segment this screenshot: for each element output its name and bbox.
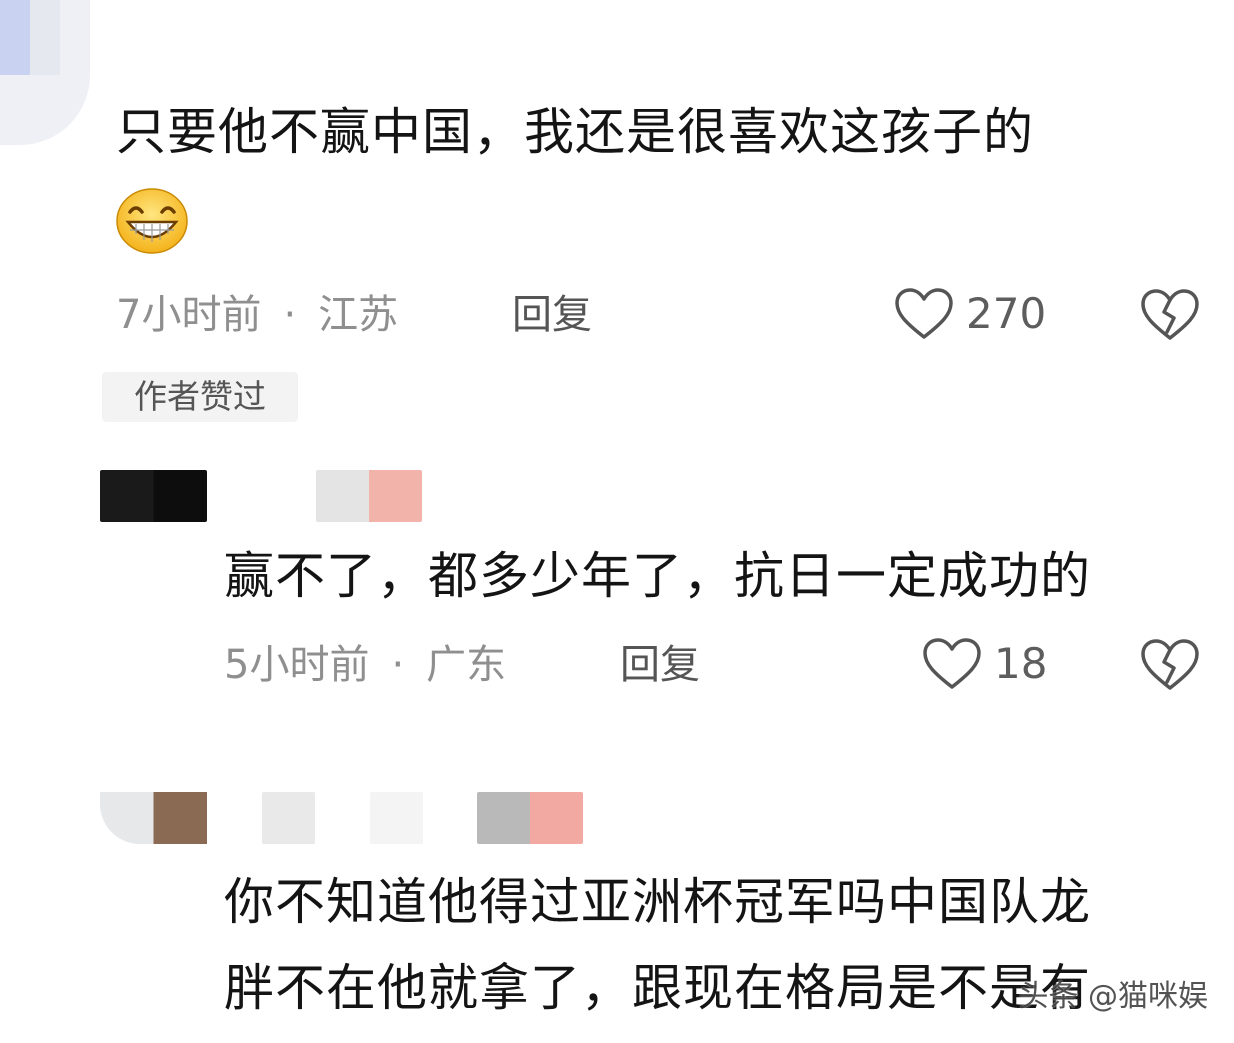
reply-text-line: 你不知道他得过亚洲杯冠军吗中国队龙 xyxy=(224,873,1091,931)
comment-time: 7小时前 xyxy=(116,292,262,338)
like-button[interactable]: 270 xyxy=(894,287,1046,341)
reply-button[interactable]: 回复 xyxy=(512,290,592,340)
grinning-face-icon xyxy=(116,188,188,254)
avatar-blurred[interactable] xyxy=(100,470,207,522)
heart-icon xyxy=(923,638,981,689)
reply-text: 赢不了，都多少年了，抗日一定成功的 xyxy=(224,547,1091,605)
username-blurred[interactable] xyxy=(316,470,422,522)
reply-location: 广东 xyxy=(426,642,507,688)
avatar-blurred[interactable] xyxy=(100,792,207,844)
like-count: 270 xyxy=(966,289,1047,338)
comment-section: 只要他不赢中国，我还是很喜欢这孩子的 7小时前 · 江苏 回复 270 作者赞过 xyxy=(0,0,1234,1043)
username-blurred xyxy=(262,792,315,844)
meta-separator: · xyxy=(391,642,405,688)
heart-icon xyxy=(895,288,953,339)
broken-heart-icon[interactable] xyxy=(1140,638,1200,692)
comment-location: 江苏 xyxy=(318,292,399,338)
comment-text: 只要他不赢中国，我还是很喜欢这孩子的 xyxy=(116,103,1034,161)
comment-meta: 7小时前 · 江苏 xyxy=(116,290,398,340)
like-button[interactable]: 18 xyxy=(922,637,1047,691)
author-liked-badge: 作者赞过 xyxy=(102,372,298,422)
watermark: 头条 @猫咪娱 xyxy=(1018,979,1208,1014)
reply-time: 5小时前 xyxy=(224,642,370,688)
avatar-blurred[interactable] xyxy=(0,0,90,145)
meta-separator: · xyxy=(283,292,297,338)
like-count: 18 xyxy=(994,639,1048,688)
username-blurred[interactable] xyxy=(477,792,583,844)
reply-text-line: 胖不在他就拿了，跟现在格局是不是有 xyxy=(224,959,1091,1017)
avatar-pixelated xyxy=(0,0,60,75)
reply-button[interactable]: 回复 xyxy=(620,640,700,690)
broken-heart-icon[interactable] xyxy=(1140,288,1200,342)
username-blurred xyxy=(370,792,423,844)
reply-meta: 5小时前 · 广东 xyxy=(224,640,506,690)
